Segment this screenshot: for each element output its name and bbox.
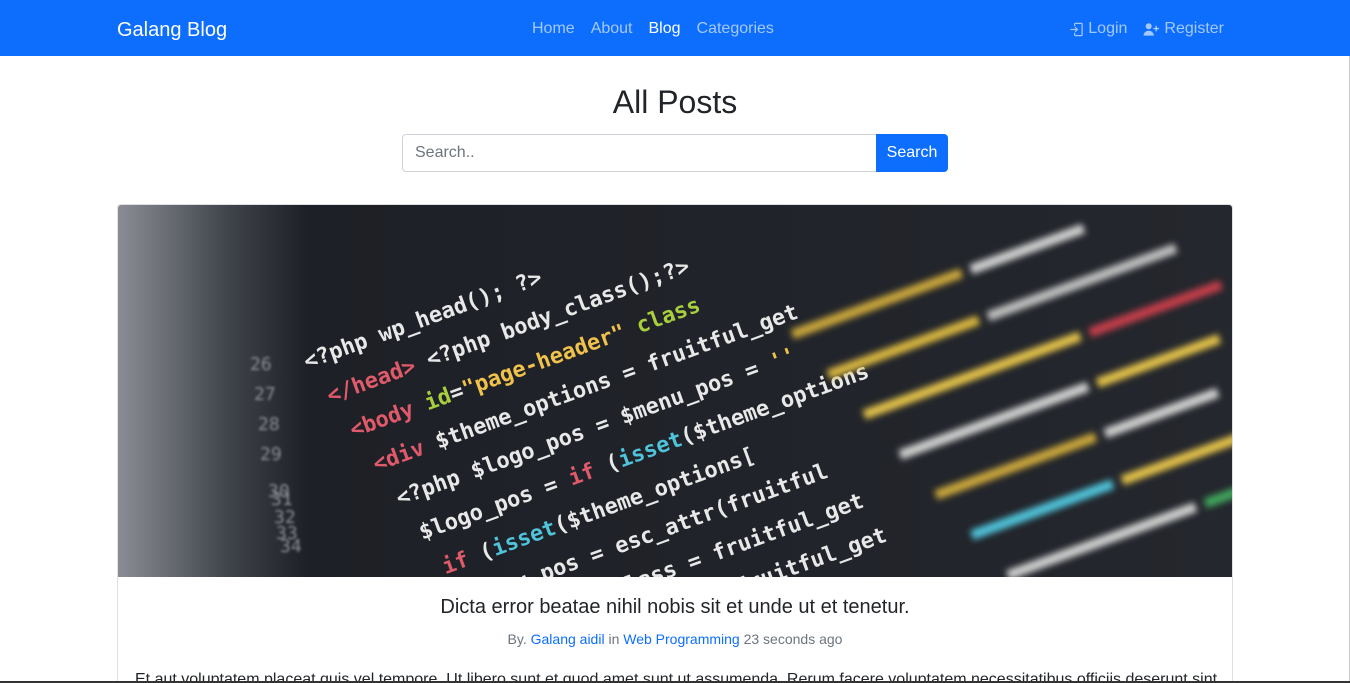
register-label: Register (1164, 20, 1224, 37)
author-link[interactable]: Galang aidil (531, 631, 605, 647)
main-nav: Home About Blog Categories (524, 18, 782, 40)
person-plus-icon (1143, 22, 1160, 36)
post-image: 29 30 32 34 31 33 28 27 26 <?php wp_head… (118, 205, 1232, 577)
brand-logo-link[interactable]: Galang Blog (117, 16, 227, 44)
category-link[interactable]: Web Programming (623, 631, 739, 647)
page-title: All Posts (612, 84, 738, 120)
by-label: By. (507, 631, 527, 647)
search-form: Search (402, 134, 948, 172)
post-card: 29 30 32 34 31 33 28 27 26 <?php wp_head… (117, 204, 1233, 683)
top-navbar: Galang Blog Home About Blog Categories L… (0, 0, 1350, 56)
nav-categories-link[interactable]: Categories (689, 18, 782, 40)
svg-text:28: 28 (258, 414, 280, 435)
login-label: Login (1088, 20, 1128, 37)
nav-home-link[interactable]: Home (524, 18, 583, 40)
search-button[interactable]: Search (876, 134, 948, 172)
svg-text:31: 31 (271, 489, 293, 510)
post-meta: By. Galang aidil in Web Programming 23 s… (118, 630, 1232, 648)
register-link[interactable]: Register (1135, 18, 1232, 40)
login-icon (1070, 22, 1083, 36)
search-input[interactable] (402, 134, 876, 172)
svg-text:26: 26 (250, 354, 272, 375)
svg-text:33: 33 (276, 523, 298, 544)
login-link[interactable]: Login (1061, 18, 1135, 40)
post-time: 23 seconds ago (743, 631, 843, 647)
auth-nav: Login Register (1061, 18, 1232, 40)
in-label: in (608, 631, 620, 647)
svg-text:29: 29 (260, 444, 282, 465)
nav-about-link[interactable]: About (583, 18, 641, 40)
post-title-link[interactable]: Dicta error beatae nihil nobis sit et un… (118, 594, 1232, 620)
svg-text:27: 27 (254, 384, 276, 405)
nav-blog-link[interactable]: Blog (641, 18, 689, 40)
